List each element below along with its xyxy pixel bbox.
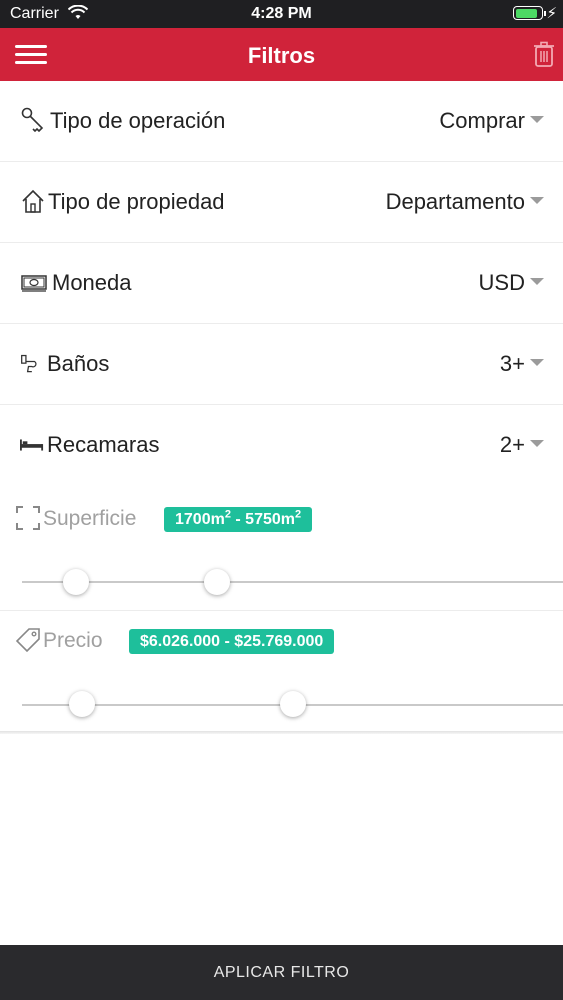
superficie-slider-min-handle[interactable] <box>63 569 90 595</box>
filter-value[interactable]: 3+ <box>500 351 525 377</box>
precio-range-badge: $6.026.000 - $25.769.000 <box>129 629 335 654</box>
filter-bedrooms[interactable]: Recamaras 2+ <box>0 405 563 486</box>
filter-operation-type[interactable]: Tipo de operación Comprar <box>0 81 563 162</box>
filter-label: Recamaras <box>47 432 160 457</box>
filter-value[interactable]: USD <box>479 270 525 296</box>
page-title: Filtros <box>247 43 316 68</box>
superficie-min-value: 1700m <box>175 511 225 528</box>
expand-icon <box>16 506 40 530</box>
filter-value[interactable]: 2+ <box>500 432 525 458</box>
clock: 4:28 PM <box>251 5 312 22</box>
superficie-slider-max-handle[interactable] <box>203 569 230 595</box>
toilet-icon <box>21 354 37 373</box>
chevron-down-icon <box>530 440 544 447</box>
trash-icon[interactable] <box>533 41 555 67</box>
money-icon <box>21 275 47 292</box>
filter-list: Tipo de operación Comprar Tipo de propie… <box>0 81 563 486</box>
unit-exponent: 2 <box>295 508 302 521</box>
filter-property-type[interactable]: Tipo de propiedad Departamento <box>0 162 563 243</box>
precio-range: Precio $6.026.000 - $25.769.000 <box>0 610 563 731</box>
filter-label: Moneda <box>52 270 132 295</box>
house-icon <box>22 189 44 213</box>
battery-icon <box>513 6 543 20</box>
superficie-label: Superficie <box>43 507 137 530</box>
superficie-range: Superficie 1700m2 - 5750m2 <box>0 487 563 610</box>
filter-bathrooms[interactable]: Baños 3+ <box>0 324 563 405</box>
nav-bar: Filtros <box>0 28 563 81</box>
range-separator: - <box>230 511 246 528</box>
superficie-slider-track[interactable] <box>22 581 563 583</box>
price-tag-icon <box>16 628 40 652</box>
chevron-down-icon <box>530 278 544 285</box>
superficie-max-value: 5750m <box>245 511 295 528</box>
chevron-down-icon <box>530 116 544 123</box>
charging-icon: ⚡ <box>546 5 557 22</box>
filter-label: Tipo de operación <box>50 108 226 133</box>
superficie-range-badge: 1700m2 - 5750m2 <box>164 507 313 532</box>
apply-filter-button[interactable]: APLICAR FILTRO <box>0 945 563 1000</box>
chevron-down-icon <box>530 359 544 366</box>
filter-value[interactable]: Comprar <box>439 108 525 134</box>
bed-icon <box>20 439 44 451</box>
filter-label: Tipo de propiedad <box>48 189 225 214</box>
status-bar: Carrier 4:28 PM ⚡ <box>0 0 563 28</box>
battery-level <box>515 8 538 18</box>
filter-currency[interactable]: Moneda USD <box>0 243 563 324</box>
chevron-down-icon <box>530 197 544 204</box>
precio-label: Precio <box>43 629 103 652</box>
filter-label: Baños <box>47 351 110 376</box>
key-icon <box>21 107 44 133</box>
precio-slider-min-handle[interactable] <box>68 691 95 717</box>
filter-value[interactable]: Departamento <box>386 189 525 215</box>
content-bottom-shadow <box>0 731 563 734</box>
precio-slider-max-handle[interactable] <box>279 691 306 717</box>
